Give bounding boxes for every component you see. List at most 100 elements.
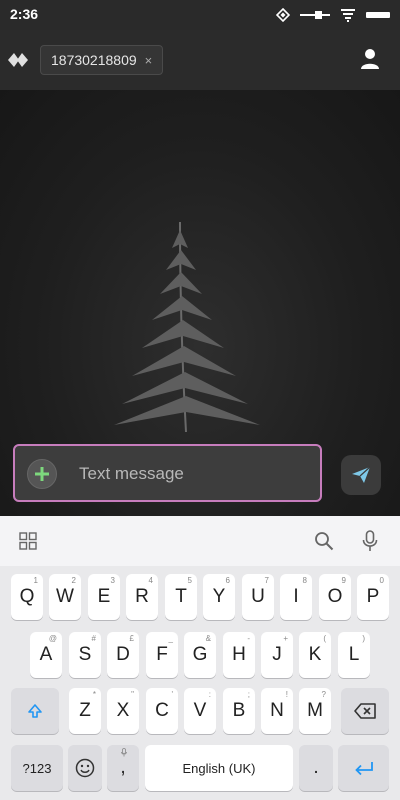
key-hint: )	[362, 634, 365, 643]
search-icon[interactable]	[314, 531, 334, 551]
key-o[interactable]: O9	[319, 574, 351, 620]
key-v[interactable]: V:	[184, 688, 216, 734]
shift-key[interactable]	[11, 688, 59, 734]
message-input[interactable]	[79, 462, 309, 486]
status-time: 2:36	[10, 6, 39, 22]
app-logo-icon[interactable]	[6, 48, 30, 72]
key-label: T	[175, 586, 187, 607]
key-label: G	[192, 644, 208, 665]
key-label: English (UK)	[182, 760, 256, 776]
key-label: .	[313, 757, 319, 778]
key-label: C	[155, 700, 169, 721]
key-t[interactable]: T5	[165, 574, 197, 620]
key-label: ?123	[22, 760, 52, 776]
key-w[interactable]: W2	[49, 574, 81, 620]
key-u[interactable]: U7	[242, 574, 274, 620]
wifi-icon	[341, 9, 355, 22]
space-key[interactable]: English (UK)	[145, 745, 293, 791]
key-label: Y	[212, 586, 226, 607]
recipient-chip[interactable]: 18730218809 ×	[40, 45, 164, 75]
key-h[interactable]: H-	[223, 632, 255, 678]
data-saver-icon	[276, 8, 290, 22]
grid-icon[interactable]	[19, 532, 37, 550]
mic-icon[interactable]	[362, 530, 378, 552]
comma-key[interactable]: ,	[107, 745, 139, 791]
key-n[interactable]: N!	[261, 688, 293, 734]
key-hint: "	[131, 690, 134, 699]
key-label: R	[135, 586, 149, 607]
signal-icon	[300, 11, 330, 19]
backspace-icon	[354, 703, 376, 719]
key-label: U	[251, 586, 265, 607]
key-c[interactable]: C '	[146, 688, 178, 734]
key-label: L	[348, 644, 360, 665]
key-label: X	[116, 700, 130, 721]
battery-icon	[366, 12, 390, 18]
key-label: Z	[79, 700, 91, 721]
enter-icon	[354, 762, 373, 776]
key-hint: &	[205, 634, 211, 643]
key-hint: 1	[33, 576, 38, 585]
fern-image	[114, 221, 260, 433]
key-hint: :	[208, 690, 211, 699]
key-hint: ;	[247, 690, 250, 699]
key-label: H	[232, 644, 246, 665]
key-label: Q	[19, 586, 35, 607]
key-label: F	[156, 644, 168, 665]
key-g[interactable]: G &	[184, 632, 216, 678]
recipient-number: 18730218809	[51, 52, 137, 68]
key-b[interactable]: B;	[223, 688, 255, 734]
symbols-key[interactable]: ?123	[11, 745, 63, 791]
key-l[interactable]: L)	[338, 632, 370, 678]
key-i[interactable]: I8	[280, 574, 312, 620]
add-attachment-button[interactable]	[27, 459, 57, 489]
keyboard: Q1 W2 E3 R4 T5 Y6 U7 I8 O9 P0 A @ S # D £ F…	[0, 516, 400, 800]
key-s[interactable]: S #	[69, 632, 101, 678]
status-bar: 2:36	[0, 0, 400, 30]
key-k[interactable]: K(	[299, 632, 331, 678]
key-hint: 9	[341, 576, 346, 585]
person-icon[interactable]	[360, 48, 380, 70]
key-hint: ?	[321, 690, 326, 699]
key-hint: 4	[148, 576, 153, 585]
key-d[interactable]: D £	[107, 632, 139, 678]
key-r[interactable]: R4	[126, 574, 158, 620]
key-z[interactable]: Z *	[69, 688, 101, 734]
key-j[interactable]: J +	[261, 632, 293, 678]
key-hint: +	[283, 634, 288, 643]
key-f[interactable]: F _	[146, 632, 178, 678]
key-label: D	[116, 644, 130, 665]
messaging-screen: 2:36 18730218809 × Text message Q 1 W 2 …	[0, 0, 400, 800]
emoji-key[interactable]	[68, 745, 102, 791]
send-icon	[352, 466, 371, 483]
key-label: I	[293, 586, 299, 607]
keyboard-toolbar	[0, 516, 400, 566]
key-label: W	[56, 586, 74, 607]
key-label: J	[272, 644, 282, 665]
key-q[interactable]: Q1	[11, 574, 43, 620]
key-p[interactable]: P0	[357, 574, 389, 620]
remove-recipient-button[interactable]: ×	[145, 53, 153, 68]
key-y[interactable]: Y6	[203, 574, 235, 620]
key-hint: 2	[71, 576, 76, 585]
enter-key[interactable]	[338, 745, 389, 791]
backspace-key[interactable]	[341, 688, 389, 734]
key-hint: £	[129, 634, 134, 643]
key-m[interactable]: M?	[299, 688, 331, 734]
shift-arrow-icon	[28, 704, 42, 718]
key-label: V	[193, 700, 207, 721]
key-hint: @	[48, 634, 57, 643]
key-hint: _	[168, 634, 173, 643]
key-a[interactable]: A @	[30, 632, 62, 678]
status-icons	[276, 5, 390, 25]
period-key[interactable]: .	[299, 745, 333, 791]
plus-icon	[35, 467, 49, 481]
key-label: K	[308, 644, 322, 665]
conversation-header: 18730218809 ×	[0, 30, 400, 90]
key-e[interactable]: E3	[88, 574, 120, 620]
key-x[interactable]: X "	[107, 688, 139, 734]
key-label: N	[270, 700, 284, 721]
mic-hint-icon	[121, 748, 127, 757]
key-label: O	[327, 586, 343, 607]
send-button[interactable]	[341, 455, 381, 495]
